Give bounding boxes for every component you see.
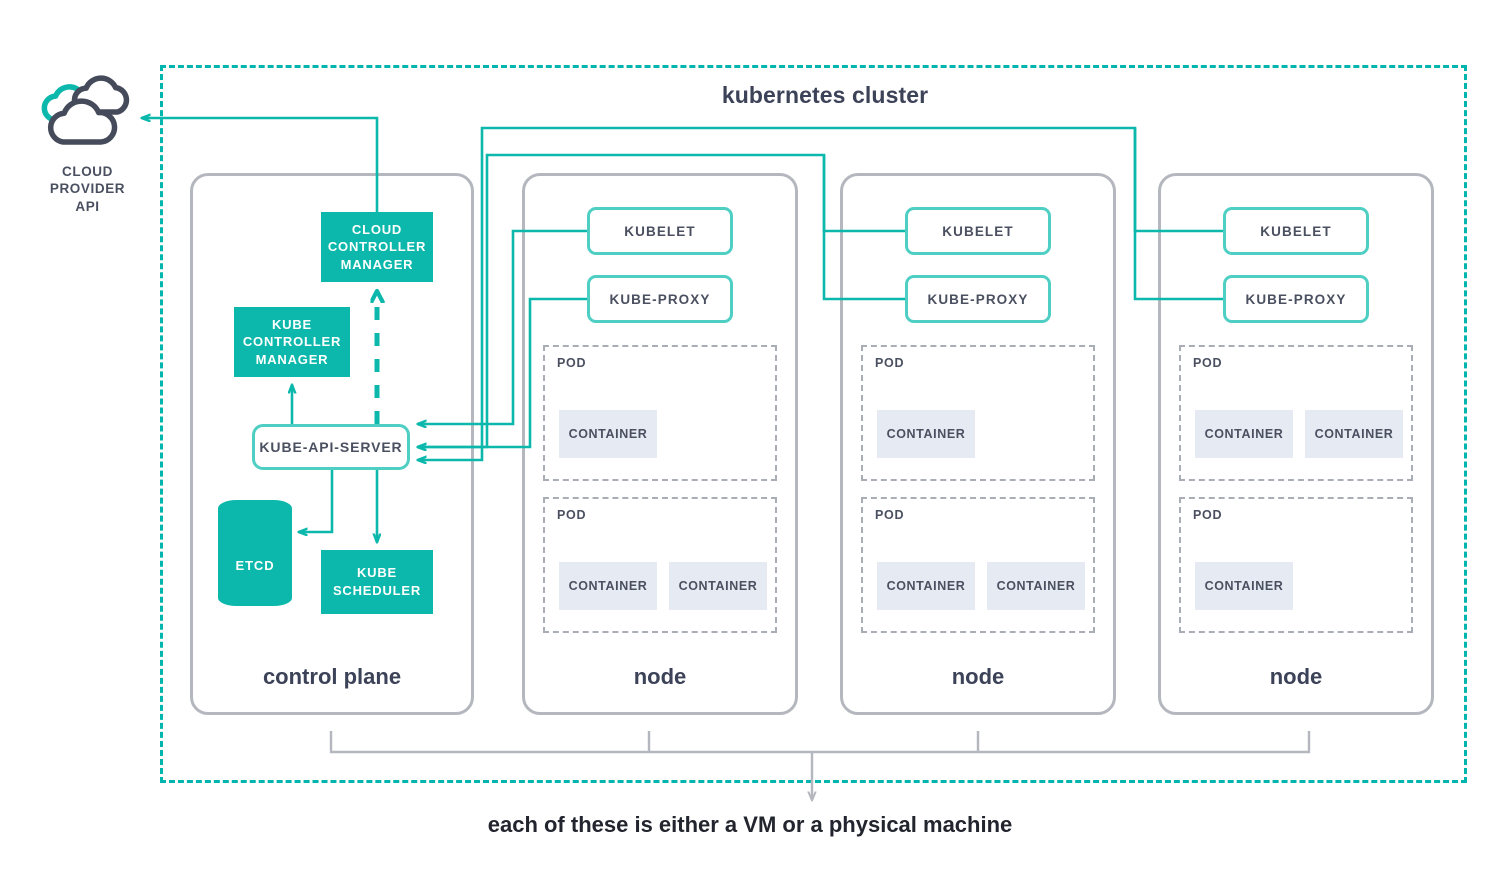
pod-label-1-1: POD — [557, 356, 587, 370]
cloud-label-line-1: CLOUD — [62, 164, 113, 179]
pod-2-2: POD CONTAINER CONTAINER — [861, 497, 1095, 633]
pod-1-2: POD CONTAINER CONTAINER — [543, 497, 777, 633]
container-1-1-1[interactable]: CONTAINER — [559, 410, 657, 458]
cluster-title: kubernetes cluster — [721, 82, 929, 108]
ccm-line-2: CONTROLLER — [327, 239, 427, 255]
container-2-2-2[interactable]: CONTAINER — [987, 562, 1085, 610]
pod-label-3-2: POD — [1193, 508, 1223, 522]
ccm-line-1: CLOUD — [351, 221, 403, 237]
scheduler-line-1: KUBE — [356, 565, 398, 581]
cloud-label-line-3: API — [75, 198, 100, 214]
pod-3-1: POD CONTAINER CONTAINER — [1179, 345, 1413, 481]
node-label-2: node — [951, 664, 1005, 689]
kube-proxy-label-3: KUBE-PROXY — [1245, 291, 1347, 307]
pod-label-3-1: POD — [1193, 356, 1223, 370]
kube-proxy-label-1: KUBE-PROXY — [609, 291, 711, 307]
diagram-canvas: kubernetes cluster CLOUD PROVIDER API co… — [0, 0, 1500, 876]
container-3-1-1[interactable]: CONTAINER — [1195, 410, 1293, 458]
cloud-icon — [41, 75, 129, 145]
kube-proxy-label-2: KUBE-PROXY — [927, 291, 1029, 307]
container-label: CONTAINER — [886, 579, 966, 593]
kube-proxy-box-3[interactable]: KUBE-PROXY — [1223, 275, 1369, 323]
kube-api-server-label: KUBE-API-SERVER — [259, 439, 403, 455]
kcm-line-2: CONTROLLER — [242, 334, 342, 350]
kubelet-box-3[interactable]: KUBELET — [1223, 207, 1369, 255]
kcm-line-1: KUBE — [271, 316, 313, 332]
pod-label-2-1: POD — [875, 356, 905, 370]
container-label: CONTAINER — [1204, 579, 1284, 593]
etcd-label: ETCD — [235, 558, 275, 573]
node-label-3: node — [1269, 664, 1323, 689]
vm-caption: each of these is either a VM or a physic… — [487, 812, 1013, 837]
scheduler-line-2: SCHEDULER — [332, 583, 422, 598]
kube-proxy-box-1[interactable]: KUBE-PROXY — [587, 275, 733, 323]
container-label: CONTAINER — [678, 579, 758, 593]
container-1-2-1[interactable]: CONTAINER — [559, 562, 657, 610]
kube-controller-manager-box[interactable]: KUBE CONTROLLER MANAGER — [234, 307, 350, 377]
container-3-1-2[interactable]: CONTAINER — [1305, 410, 1403, 458]
kubelet-box-1[interactable]: KUBELET — [587, 207, 733, 255]
ccm-line-3: MANAGER — [340, 256, 414, 272]
etcd-bottom-ellipse — [218, 590, 292, 606]
cloud-provider-api-label: CLOUD PROVIDER API — [20, 163, 155, 215]
container-2-1-1[interactable]: CONTAINER — [877, 410, 975, 458]
pod-1-1: POD CONTAINER — [543, 345, 777, 481]
pod-3-2: POD CONTAINER — [1179, 497, 1413, 633]
node-label-1: node — [633, 664, 687, 689]
cloud-controller-manager-box[interactable]: CLOUD CONTROLLER MANAGER — [321, 212, 433, 282]
control-plane-label: control plane — [262, 664, 402, 689]
container-label: CONTAINER — [568, 427, 648, 441]
etcd-body — [218, 508, 292, 598]
kcm-line-3: MANAGER — [255, 351, 329, 367]
kube-proxy-box-2[interactable]: KUBE-PROXY — [905, 275, 1051, 323]
container-label: CONTAINER — [1314, 427, 1394, 441]
cloud-provider-api: CLOUD PROVIDER API — [20, 72, 155, 215]
container-2-2-1[interactable]: CONTAINER — [877, 562, 975, 610]
container-label: CONTAINER — [1204, 427, 1284, 441]
etcd-cylinder[interactable]: ETCD — [218, 500, 292, 606]
kubelet-label-1: KUBELET — [624, 223, 696, 239]
kube-api-server-box[interactable]: KUBE-API-SERVER — [252, 424, 410, 470]
container-label: CONTAINER — [996, 579, 1076, 593]
kubelet-label-3: KUBELET — [1260, 223, 1332, 239]
container-label: CONTAINER — [568, 579, 648, 593]
container-3-2-1[interactable]: CONTAINER — [1195, 562, 1293, 610]
container-label: CONTAINER — [886, 427, 966, 441]
pod-2-1: POD CONTAINER — [861, 345, 1095, 481]
cloud-label-line-2: PROVIDER — [49, 181, 126, 197]
pod-label-2-2: POD — [875, 508, 905, 522]
etcd-top-ellipse — [218, 500, 292, 517]
pod-label-1-2: POD — [557, 508, 587, 522]
container-1-2-2[interactable]: CONTAINER — [669, 562, 767, 610]
kubelet-box-2[interactable]: KUBELET — [905, 207, 1051, 255]
kube-scheduler-box[interactable]: KUBE SCHEDULER — [321, 550, 433, 614]
kubelet-label-2: KUBELET — [942, 223, 1014, 239]
